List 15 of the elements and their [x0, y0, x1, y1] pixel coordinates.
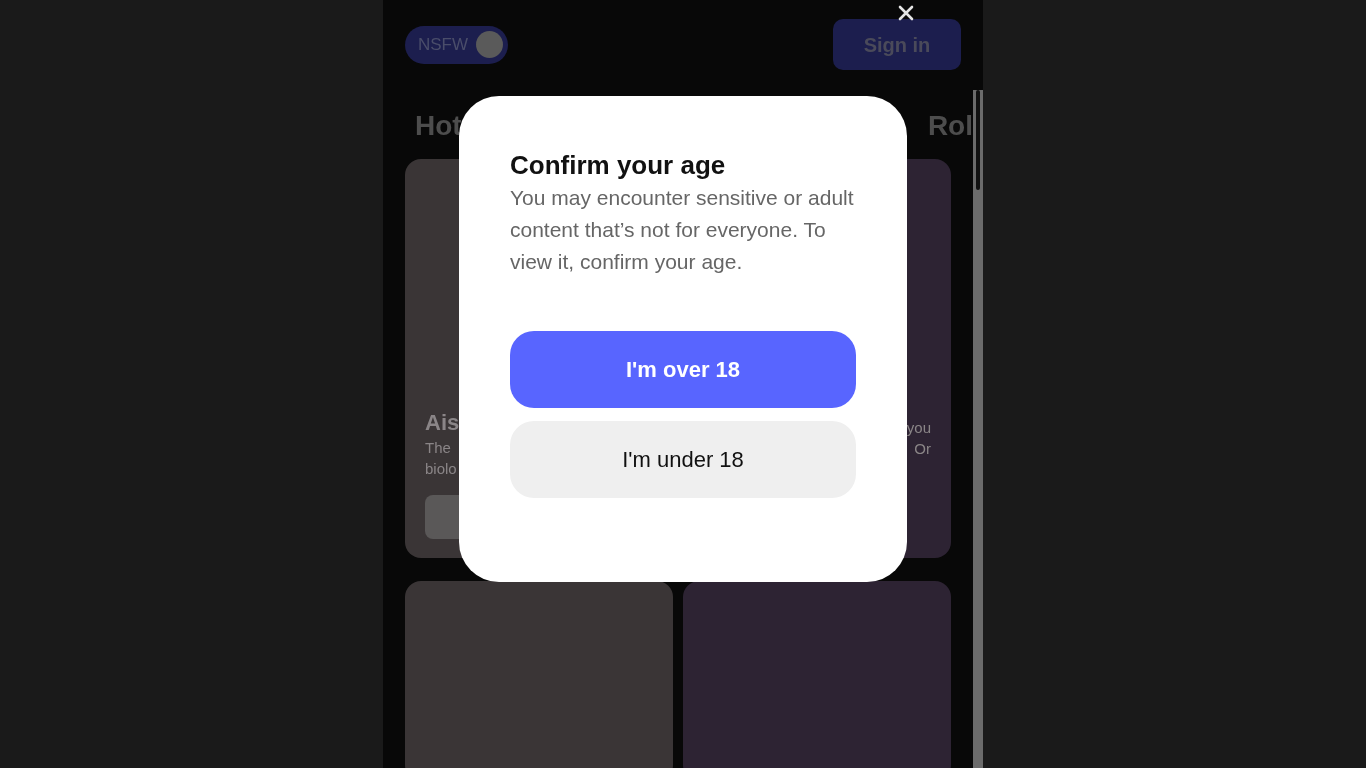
card-description: The [425, 438, 451, 458]
close-icon[interactable] [898, 5, 914, 21]
card-description: biolo [425, 459, 457, 479]
scrollbar-thumb[interactable] [976, 90, 980, 190]
card-description: you [906, 418, 931, 438]
category-tab[interactable]: Hot [415, 106, 462, 146]
confirm-button[interactable]: I'm over 18 [510, 331, 856, 408]
category-tab[interactable]: Rol [927, 106, 973, 146]
card-description: Or [914, 439, 931, 459]
dialog-message: You may encounter sensitive or adult content that’s not for everyone. To view it, confirm your age. [510, 185, 855, 275]
decline-button[interactable]: I'm under 18 [510, 421, 856, 498]
character-card[interactable] [683, 581, 951, 768]
character-card[interactable] [405, 581, 673, 768]
dialog-title: Confirm your age [510, 149, 727, 182]
card-title: Ais [425, 409, 460, 437]
